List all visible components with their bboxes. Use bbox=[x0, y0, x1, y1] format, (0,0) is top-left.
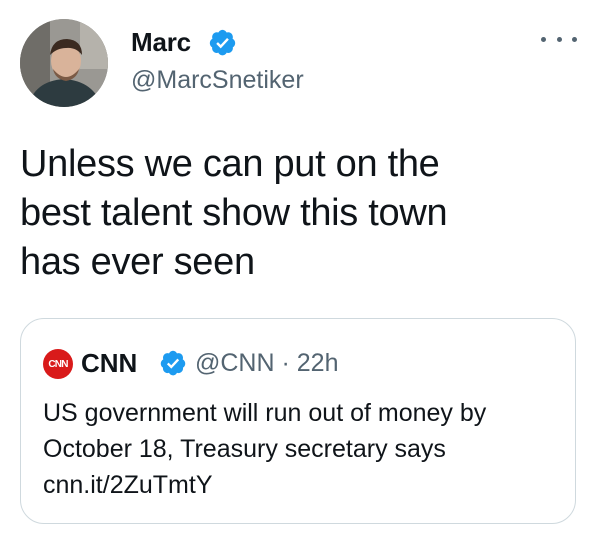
more-dot bbox=[556, 36, 562, 42]
quoted-display-name[interactable]: CNN bbox=[81, 348, 137, 378]
tweet-card: Marc @MarcSnetiker Unless we can put on … bbox=[0, 0, 599, 547]
verified-badge-icon bbox=[160, 350, 186, 376]
quoted-tweet-text: US government will run out of money by O… bbox=[43, 399, 487, 499]
avatar[interactable] bbox=[20, 19, 108, 107]
avatar-photo bbox=[20, 19, 108, 107]
tweet-text: Unless we can put on the best talent sho… bbox=[20, 143, 448, 283]
author-display-name[interactable]: Marc bbox=[131, 27, 191, 57]
verified-badge-icon bbox=[209, 29, 236, 56]
quoted-handle[interactable]: @CNN bbox=[195, 349, 275, 377]
quoted-meta: @CNN · 22h bbox=[195, 348, 339, 378]
cnn-logo-icon[interactable]: CNN bbox=[43, 349, 73, 379]
author-handle[interactable]: @MarcSnetiker bbox=[131, 65, 304, 95]
more-dot bbox=[572, 36, 577, 42]
quoted-tweet[interactable]: CNN CNN @CNN · 22h US government will ru… bbox=[20, 318, 576, 524]
more-dot bbox=[541, 36, 546, 42]
meta-separator: · bbox=[281, 349, 290, 377]
more-options-icon[interactable] bbox=[541, 32, 577, 46]
quoted-timestamp[interactable]: 22h bbox=[297, 349, 339, 377]
